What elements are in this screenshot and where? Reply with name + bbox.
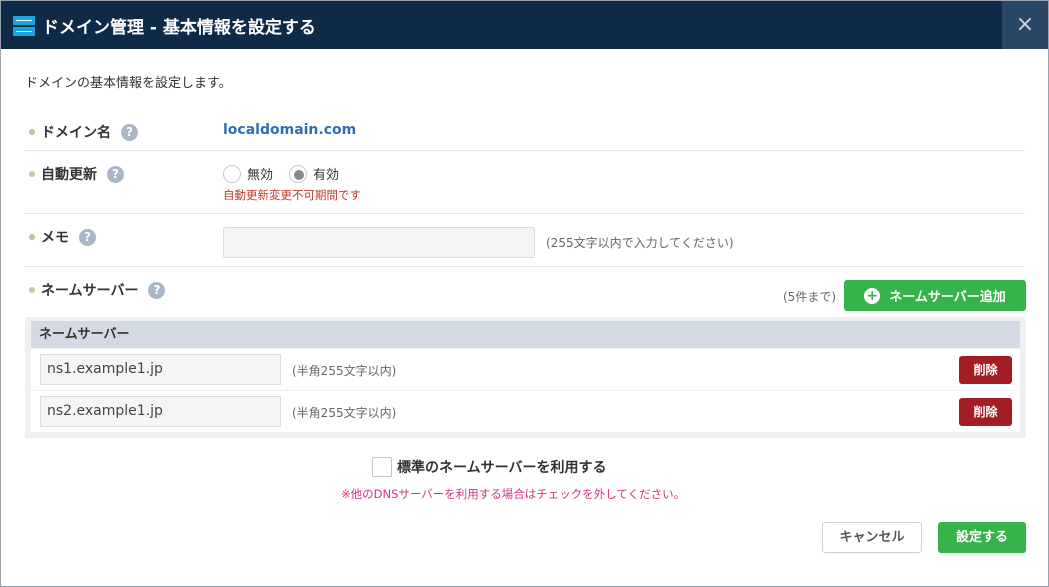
nameserver-label: ネームサーバー ? — [29, 280, 166, 300]
domain-name-value: localdomain.com — [223, 122, 357, 138]
settings-dialog: ドメイン管理 - 基本情報を設定する × ドメインの基本情報を設定します。 ドメ… — [0, 0, 1049, 587]
standard-nameserver-note: ※他のDNSサーバーを利用する場合はチェックを外してください。 — [341, 487, 686, 501]
radio-checked-icon[interactable] — [289, 164, 308, 183]
domain-name-label: ドメイン名 ? — [29, 122, 138, 142]
auto-renew-warning: 自動更新変更不可期間です — [223, 188, 361, 202]
standard-nameserver-label: 標準のネームサーバーを利用する — [397, 460, 607, 476]
help-icon[interactable]: ? — [107, 165, 124, 183]
nameserver-table-header: ネームサーバー — [31, 321, 1020, 348]
memo-input[interactable] — [223, 227, 535, 258]
help-icon[interactable]: ? — [148, 281, 166, 299]
divider — [25, 150, 1025, 151]
dialog-titlebar: ドメイン管理 - 基本情報を設定する × — [1, 1, 1048, 49]
checkbox-unchecked-icon[interactable] — [372, 457, 392, 477]
dialog-title: ドメイン管理 - 基本情報を設定する — [42, 18, 316, 38]
memo-hint: (255文字以内で入力してください) — [546, 236, 734, 250]
auto-renew-label: 自動更新 ? — [29, 164, 124, 184]
bullet-icon — [29, 234, 35, 240]
domain-logo-icon — [13, 16, 35, 36]
radio-label: 有効 — [313, 168, 340, 183]
auto-renew-radio-group: 無効 有効 — [223, 164, 355, 183]
nameserver-hint: (半角255文字以内) — [292, 406, 397, 420]
radio-disabled-option[interactable]: 無効 — [223, 164, 273, 183]
table-row: ns1.example1.jp (半角255文字以内) 削除 — [31, 349, 1020, 390]
bullet-icon — [29, 287, 35, 293]
radio-unchecked-icon[interactable] — [223, 164, 241, 183]
nameserver-limit-note: (5件まで) — [783, 290, 836, 304]
close-icon[interactable]: × — [1002, 1, 1048, 49]
divider — [25, 266, 1025, 267]
nameserver-label-text: ネームサーバー — [41, 283, 139, 299]
memo-label-text: メモ — [41, 230, 69, 246]
help-icon[interactable]: ? — [121, 123, 138, 141]
add-nameserver-label: ネームサーバー追加 — [889, 290, 1006, 305]
standard-nameserver-option[interactable]: 標準のネームサーバーを利用する — [372, 457, 606, 477]
memo-label: メモ ? — [29, 227, 96, 247]
nameserver-hint: (半角255文字以内) — [292, 364, 397, 378]
nameserver-table: ネームサーバー ns1.example1.jp (半角255文字以内) 削除 n… — [25, 317, 1026, 438]
bullet-icon — [29, 129, 35, 135]
plus-circle-icon: + — [864, 287, 881, 304]
nameserver-input[interactable]: ns1.example1.jp — [40, 354, 281, 385]
divider — [25, 213, 1025, 214]
table-row: ns2.example1.jp (半角255文字以内) 削除 — [31, 391, 1020, 432]
auto-renew-label-text: 自動更新 — [41, 167, 97, 183]
intro-text: ドメインの基本情報を設定します。 — [25, 76, 232, 91]
nameserver-input[interactable]: ns2.example1.jp — [40, 396, 281, 427]
help-icon[interactable]: ? — [79, 228, 96, 246]
domain-name-label-text: ドメイン名 — [41, 125, 111, 141]
bullet-icon — [29, 171, 35, 177]
add-nameserver-button[interactable]: + ネームサーバー追加 — [844, 280, 1026, 311]
cancel-button[interactable]: キャンセル — [822, 522, 922, 553]
submit-button[interactable]: 設定する — [938, 522, 1026, 553]
radio-enabled-option[interactable]: 有効 — [289, 164, 339, 183]
radio-label: 無効 — [247, 168, 274, 183]
delete-nameserver-button[interactable]: 削除 — [959, 398, 1012, 426]
delete-nameserver-button[interactable]: 削除 — [959, 356, 1012, 384]
